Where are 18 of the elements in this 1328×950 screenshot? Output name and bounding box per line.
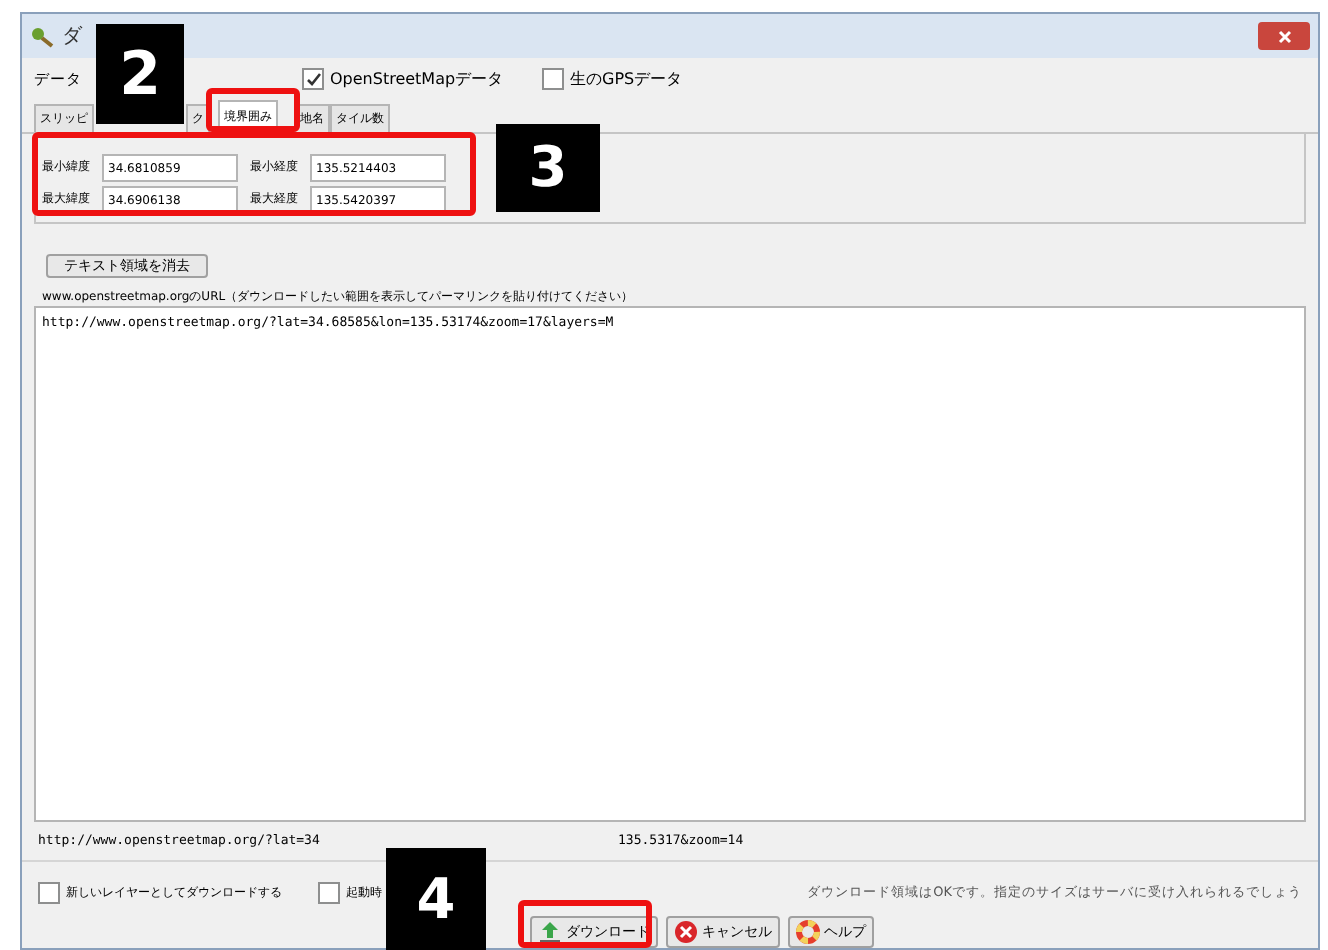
- check-icon: [305, 71, 321, 87]
- cancel-icon: [674, 920, 698, 944]
- checkbox-label: OpenStreetMapデータ: [330, 67, 504, 91]
- callout-badge: 3: [496, 124, 600, 212]
- lifebuoy-icon: [796, 920, 820, 944]
- app-icon: [30, 24, 54, 48]
- download-arrow-icon: [538, 920, 562, 944]
- close-button[interactable]: [1258, 22, 1310, 50]
- checkbox[interactable]: [318, 882, 340, 905]
- highlight-frame: [518, 900, 652, 948]
- callout-badge: 4: [386, 848, 486, 950]
- checkbox[interactable]: [542, 68, 564, 90]
- close-icon: [1277, 29, 1291, 43]
- checkbox[interactable]: [38, 882, 60, 905]
- window-title: ダ: [62, 23, 82, 51]
- callout-badge: 2: [96, 24, 184, 124]
- checkbox-label: 生のGPSデータ: [570, 67, 683, 91]
- checkbox[interactable]: [302, 68, 324, 90]
